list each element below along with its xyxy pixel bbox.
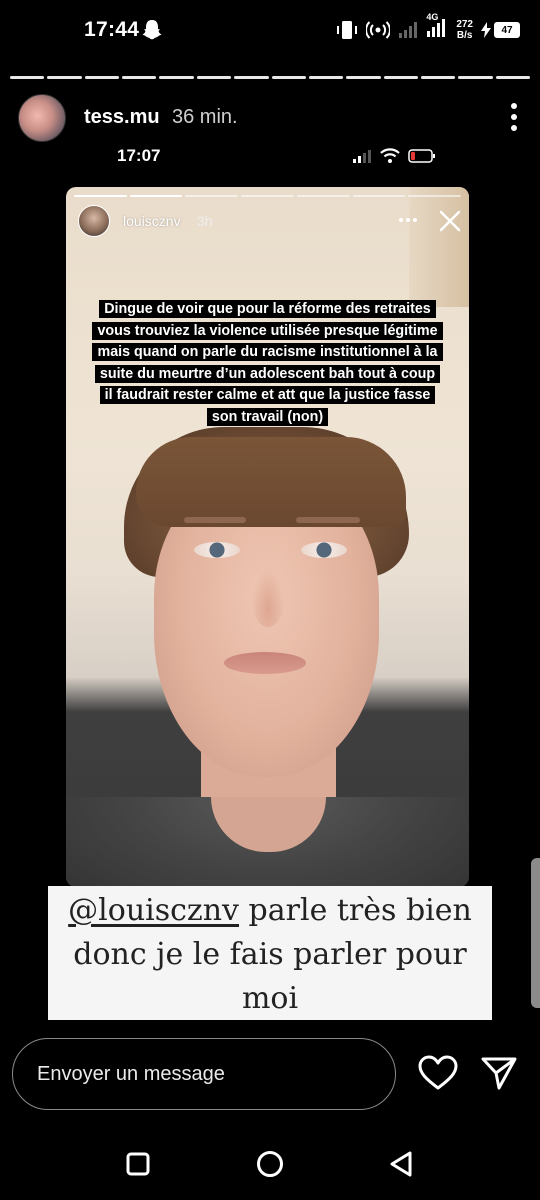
wifi-icon <box>380 148 400 163</box>
progress-segment <box>10 76 45 79</box>
portrait-brow-right <box>296 517 360 523</box>
hotspot-icon <box>366 21 391 39</box>
inner-username: louiscznv <box>123 213 181 229</box>
progress-segment <box>346 76 381 79</box>
portrait-eye-right <box>301 542 347 558</box>
portrait-fringe <box>136 437 406 527</box>
edge-handle[interactable] <box>531 858 540 1008</box>
inner-progress-segment <box>408 195 462 197</box>
signal-weak-icon <box>399 22 418 38</box>
portrait-mouth <box>224 652 306 674</box>
vibrate-icon <box>337 21 358 39</box>
progress-segment <box>159 76 194 79</box>
snapchat-ghost-icon <box>142 20 162 40</box>
signal-icon <box>353 150 371 163</box>
avatar[interactable] <box>18 94 66 142</box>
message-placeholder: Envoyer un message <box>37 1062 225 1085</box>
inner-more-icon <box>399 218 417 222</box>
battery-low-icon <box>408 149 435 163</box>
inner-progress-segment <box>296 195 350 197</box>
story-header: tess.mu 36 min. <box>18 94 522 144</box>
more-vertical-icon[interactable] <box>510 102 518 132</box>
wall-detail <box>409 187 469 307</box>
status-time: 17:44 <box>84 18 140 41</box>
progress-segment <box>420 76 456 79</box>
message-input[interactable]: Envoyer un message <box>12 1038 396 1110</box>
progress-segment <box>308 76 344 79</box>
inner-caption: Dingue de voir que pour la réforme des r… <box>92 299 443 428</box>
progress-segment <box>84 76 120 79</box>
network-label: 4G <box>426 11 439 22</box>
portrait-brow-left <box>184 517 246 523</box>
send-icon[interactable] <box>480 1054 518 1092</box>
recent-apps-button[interactable] <box>126 1152 150 1176</box>
inner-progress-segment <box>241 195 294 197</box>
inner-progress-segment <box>129 195 183 197</box>
story-time-ago: 36 min. <box>172 106 238 128</box>
speed-value: 272 <box>456 19 473 30</box>
inner-status-icons <box>352 148 436 164</box>
progress-segment <box>495 76 531 79</box>
progress-segment <box>383 76 418 79</box>
story-progress <box>10 76 531 79</box>
inner-time-ago: 3h <box>197 213 213 229</box>
home-button[interactable] <box>256 1150 284 1178</box>
progress-segment <box>271 76 306 79</box>
heart-icon[interactable] <box>418 1055 458 1091</box>
inner-avatar <box>78 205 110 237</box>
story-media[interactable]: louiscznv 3h Dingue de voir que pour la … <box>66 187 469 887</box>
inner-status-time: 17:07 <box>117 146 161 165</box>
battery: 47 <box>481 22 520 38</box>
inner-caption-text: Dingue de voir que pour la réforme des r… <box>92 300 443 426</box>
inner-story-progress <box>74 195 462 197</box>
inner-progress-segment <box>74 195 127 197</box>
back-button[interactable] <box>388 1150 414 1178</box>
progress-segment <box>458 76 493 79</box>
status-icons: 4G 272 B/s 47 <box>336 12 520 44</box>
story-username[interactable]: tess.mu <box>84 106 160 129</box>
inner-progress-segment <box>352 195 406 197</box>
portrait-nose <box>251 567 285 627</box>
mention-link[interactable]: @louiscznv <box>68 893 239 928</box>
status-bar: 17:44 4G 272 B/s 47 <box>0 0 540 62</box>
progress-segment <box>234 76 269 79</box>
battery-level: 47 <box>494 22 520 38</box>
signal-4g: 4G <box>426 12 448 43</box>
network-speed: 272 B/s <box>456 19 473 41</box>
charging-icon <box>481 22 491 38</box>
story-text-overlay: @louiscznv parle très bien donc je le fa… <box>48 886 492 1020</box>
inner-progress-segment <box>185 195 239 197</box>
close-icon <box>439 210 461 232</box>
progress-segment <box>122 76 157 79</box>
progress-segment <box>47 76 82 79</box>
portrait-eye-left <box>194 542 240 558</box>
progress-segment <box>196 76 232 79</box>
speed-unit: B/s <box>456 30 473 41</box>
